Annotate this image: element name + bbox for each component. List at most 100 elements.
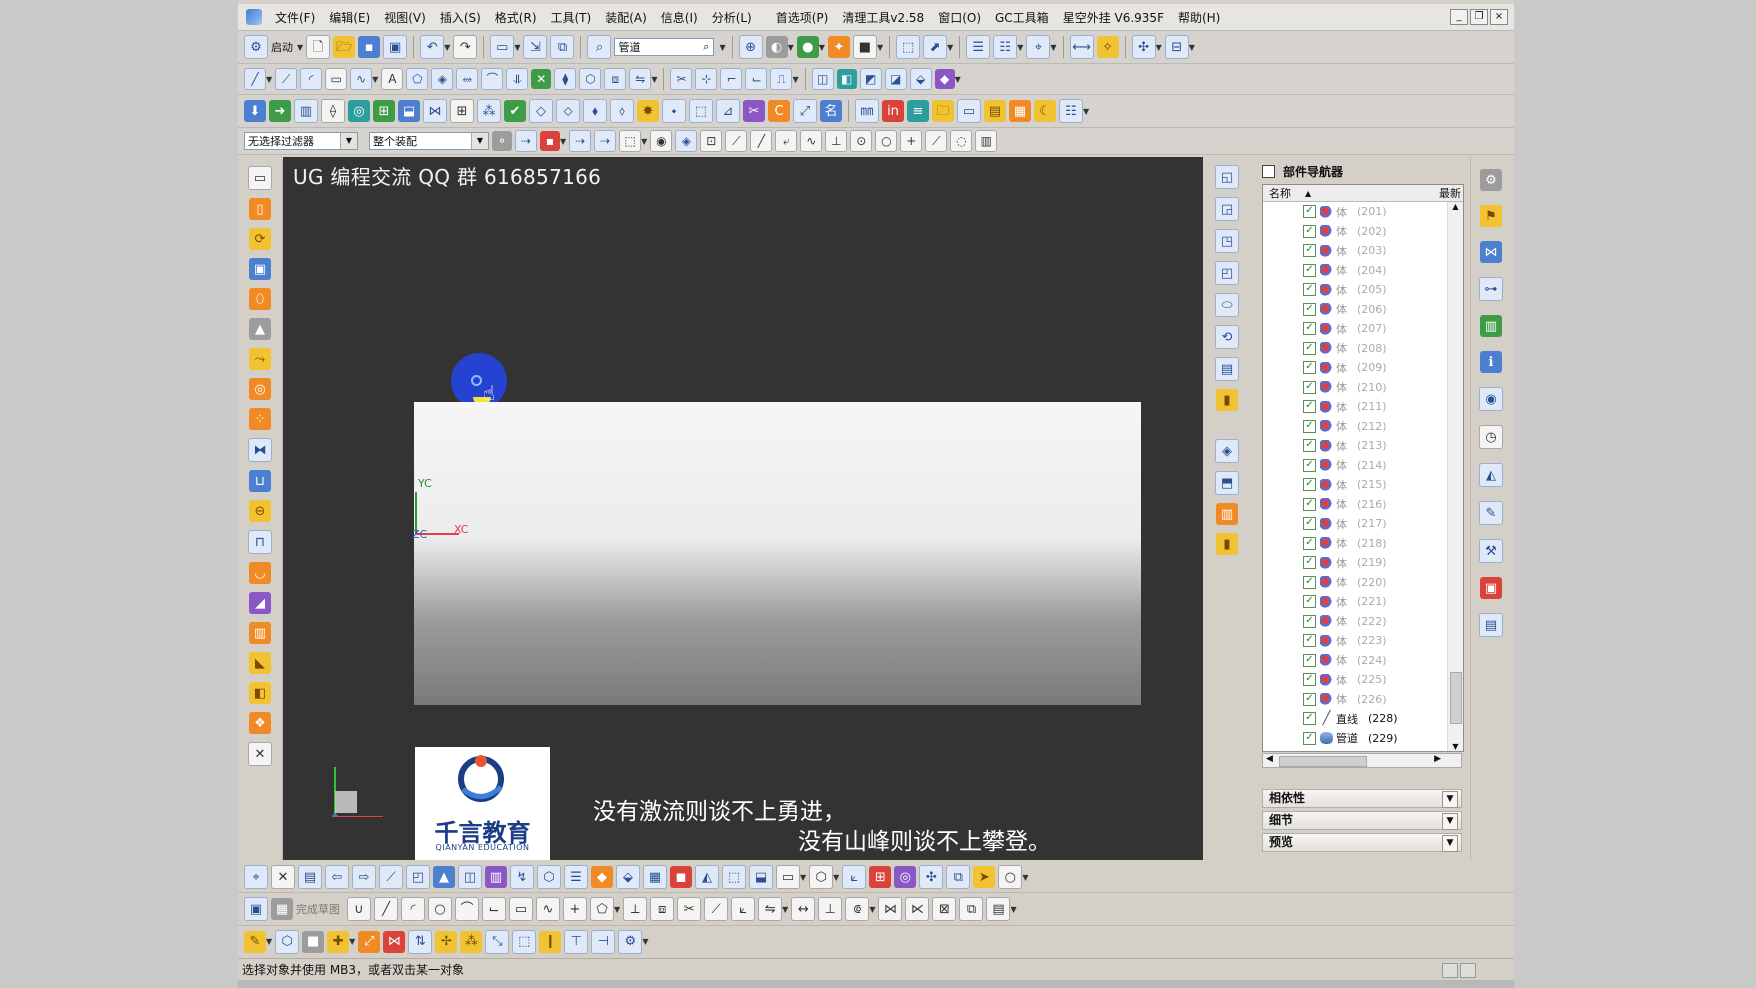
visibility-checkbox[interactable]: ✓: [1303, 224, 1316, 238]
note-icon[interactable]: ▤: [984, 100, 1006, 122]
tool-7-icon[interactable]: ⇅: [408, 929, 433, 954]
layer-6-icon[interactable]: ◆: [934, 69, 955, 89]
snap-circle-2-icon[interactable]: ○: [875, 130, 898, 152]
sketch-dim-icon[interactable]: ↔: [791, 897, 816, 921]
navigator-row[interactable]: ✓ 体 (212): [1263, 417, 1463, 437]
tool-10-icon[interactable]: ⤡: [485, 929, 510, 954]
view-iso-icon[interactable]: ◰: [1215, 261, 1239, 285]
face-icon[interactable]: ◇: [529, 99, 553, 123]
sketch-constraint-icon[interactable]: ⊥: [818, 897, 843, 921]
menu-plugin[interactable]: 星空外挂 V6.935F: [1056, 9, 1171, 26]
section-dependencies[interactable]: 相依性 ▼: [1262, 789, 1462, 808]
type-filter-select[interactable]: 无选择过滤器 ▼: [244, 132, 358, 150]
constraint-navigator-icon[interactable]: ⋈: [1480, 241, 1502, 263]
command-finder-icon[interactable]: ⌕: [587, 35, 612, 59]
menu-view[interactable]: 视图(V): [377, 9, 433, 26]
sketch-convert-icon[interactable]: ⊠: [932, 897, 957, 921]
visibility-checkbox[interactable]: ✓: [1303, 517, 1316, 531]
navigator-row[interactable]: ✓ 体 (210): [1263, 378, 1463, 398]
render-style-icon[interactable]: ●: [796, 36, 819, 58]
tool-15-icon[interactable]: ⚙: [618, 929, 643, 954]
circle-icon[interactable]: ○: [998, 865, 1023, 889]
scroll-down-icon[interactable]: ▼: [1448, 742, 1463, 751]
chevron-down-icon[interactable]: ▼: [1442, 791, 1458, 808]
view-trimetric-icon[interactable]: ⬭: [1215, 293, 1239, 317]
tool-5-icon[interactable]: ⤢: [358, 930, 381, 953]
navigator-row[interactable]: ✓ 体 (226): [1263, 690, 1463, 710]
show-all-icon[interactable]: ◈: [675, 130, 698, 152]
status-window-icon[interactable]: [1442, 963, 1458, 978]
visibility-checkbox[interactable]: ✓: [1303, 595, 1316, 609]
feature-18-icon[interactable]: ⧉: [946, 865, 971, 889]
menu-window[interactable]: 窗口(O): [931, 9, 988, 26]
visibility-checkbox[interactable]: ✓: [1303, 653, 1316, 667]
book-icon[interactable]: ▥: [294, 99, 318, 123]
sketch-polygon-icon[interactable]: ⬠: [590, 897, 614, 921]
extract-curve-icon[interactable]: ⬡: [579, 68, 602, 90]
tool-12-icon[interactable]: ❙: [539, 930, 562, 953]
ruler-icon[interactable]: ⊟: [1164, 35, 1189, 59]
tool-4-icon[interactable]: ✚: [327, 930, 350, 953]
menu-gc-toolkit[interactable]: GC工具箱: [988, 9, 1056, 26]
snap-intersection-icon[interactable]: ∿: [800, 130, 823, 152]
intersect-curve-icon[interactable]: ✕: [531, 69, 552, 89]
chamfer-icon[interactable]: ◢: [249, 592, 271, 614]
navigator-row[interactable]: ✓ 体 (201): [1263, 202, 1463, 222]
chevron-down-icon[interactable]: ▼: [340, 133, 357, 149]
feature-3-icon[interactable]: ▥: [485, 866, 507, 888]
navigator-row[interactable]: ✓ 体 (206): [1263, 300, 1463, 320]
view-bookmark-icon[interactable]: ▮: [1216, 389, 1238, 411]
section-preview[interactable]: 预览 ▼: [1262, 833, 1462, 852]
visibility-checkbox[interactable]: ✓: [1303, 712, 1316, 726]
part-navigator-icon[interactable]: ⊶: [1479, 277, 1503, 301]
navigator-row[interactable]: ✓ 体 (216): [1263, 495, 1463, 515]
delete-face-icon[interactable]: ⬧: [583, 99, 607, 123]
rectangle-icon[interactable]: ▭: [325, 68, 348, 90]
tool-8-icon[interactable]: ✢: [435, 930, 458, 953]
view-note-icon[interactable]: ▮: [1216, 533, 1238, 555]
view-section-icon[interactable]: ▤: [1215, 357, 1239, 381]
sketch-relax-icon[interactable]: ⋉: [905, 897, 930, 921]
sketch-icon[interactable]: ▭: [248, 166, 272, 190]
folder-icon[interactable]: 🗀: [932, 100, 954, 122]
status-full-screen-icon[interactable]: [1460, 963, 1476, 978]
feature-7-icon[interactable]: ◆: [591, 866, 613, 888]
minimize-button[interactable]: _: [1450, 9, 1468, 25]
units-inch-icon[interactable]: in: [882, 100, 904, 122]
draft-icon[interactable]: ⊿: [716, 99, 740, 123]
visibility-checkbox[interactable]: ✓: [1303, 302, 1316, 316]
visibility-checkbox[interactable]: ✓: [1303, 263, 1316, 277]
chevron-down-icon[interactable]: ▼: [471, 133, 488, 149]
redo-icon[interactable]: ↷: [453, 35, 478, 59]
composite-curve-icon[interactable]: ⧈: [604, 68, 627, 90]
sketch-fillet-icon[interactable]: ⌒: [455, 897, 479, 921]
navigator-horizontal-scrollbar[interactable]: ◀ ▶: [1262, 753, 1462, 768]
layer-3-icon[interactable]: ◩: [859, 68, 882, 90]
visibility-checkbox[interactable]: ✓: [1303, 497, 1316, 511]
visibility-checkbox[interactable]: ✓: [1303, 692, 1316, 706]
select-face-icon[interactable]: ⇢: [569, 130, 592, 152]
feature-19-icon[interactable]: ➤: [973, 866, 996, 888]
blend-icon[interactable]: ⋈: [423, 99, 447, 123]
tube-icon[interactable]: ◎: [249, 378, 271, 400]
project-curve-icon[interactable]: ⥥: [506, 68, 529, 90]
view-rotate-icon[interactable]: ⟲: [1215, 325, 1239, 349]
roles-icon[interactable]: ◭: [1479, 463, 1503, 487]
section-curve-icon[interactable]: ⧫: [554, 68, 577, 90]
calculator-icon[interactable]: ▦: [1009, 100, 1031, 122]
profile-icon[interactable]: ∪: [347, 897, 371, 921]
snap-bar-icon[interactable]: ▥: [975, 130, 998, 152]
hexagon-icon[interactable]: ⬡: [809, 865, 834, 889]
palette-icon[interactable]: ▤: [1479, 613, 1503, 637]
sketch-show-icon[interactable]: ⋈: [878, 897, 903, 921]
visibility-checkbox[interactable]: ✓: [1303, 341, 1316, 355]
helix-icon[interactable]: ◈: [431, 68, 454, 90]
move-component-icon[interactable]: ⬈: [923, 35, 948, 59]
tool-9-icon[interactable]: ⁂: [460, 930, 483, 953]
scroll-thumb[interactable]: [1450, 672, 1462, 724]
navigator-row[interactable]: ✓ 体 (209): [1263, 358, 1463, 378]
feature-8-icon[interactable]: ⬙: [616, 865, 640, 889]
rectangle-2-icon[interactable]: ▭: [776, 865, 800, 889]
process-studio-icon[interactable]: ⚒: [1479, 539, 1503, 563]
sketch-point-icon[interactable]: +: [563, 897, 587, 921]
